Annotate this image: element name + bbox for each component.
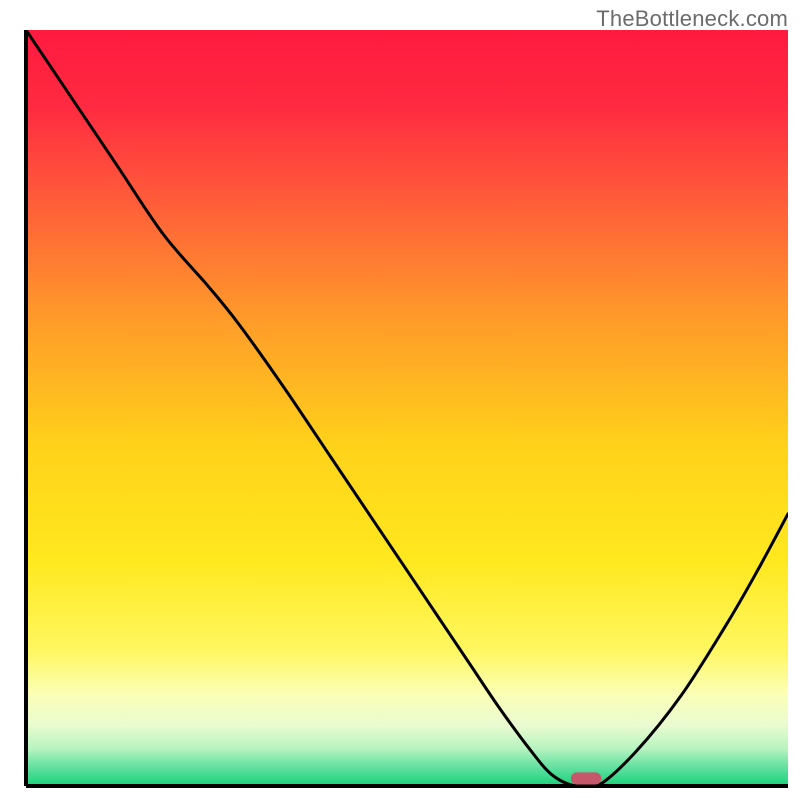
bottleneck-chart [0, 0, 800, 800]
plot-background [26, 30, 788, 786]
optimal-marker [571, 772, 601, 784]
watermark-text: TheBottleneck.com [596, 6, 788, 32]
chart-stage: TheBottleneck.com [0, 0, 800, 800]
